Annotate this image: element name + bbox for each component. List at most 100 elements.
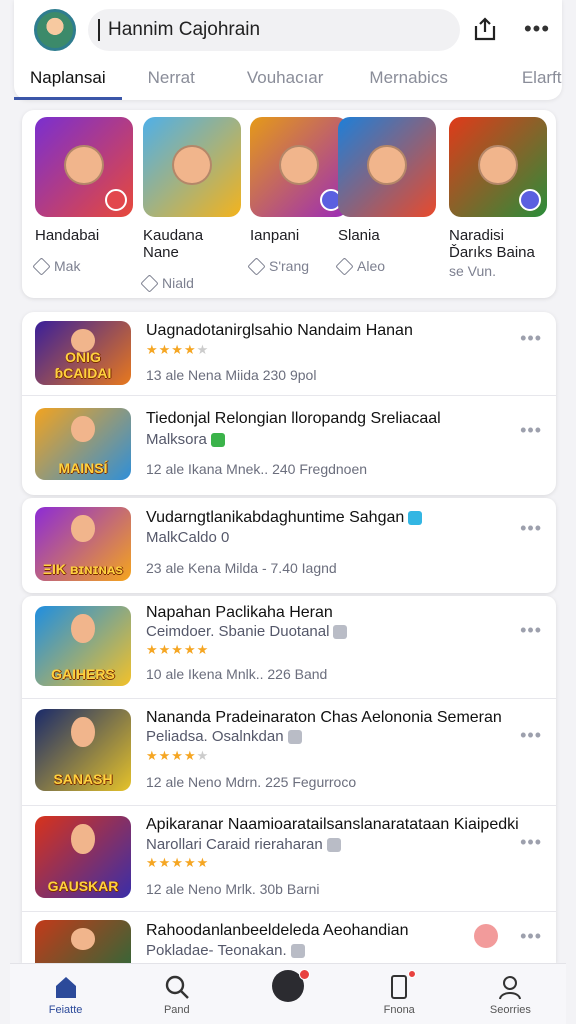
more-options-icon[interactable]: ••• — [520, 420, 542, 441]
search-input[interactable]: Ηannim Cajohrain — [88, 9, 460, 51]
tab-2[interactable]: Vouhacıar — [231, 64, 340, 100]
nav-home[interactable]: Feiatte — [10, 964, 121, 1024]
game-name: Handabai — [35, 227, 100, 244]
game-icon: GAIHERS — [35, 606, 131, 686]
rating-stars: ★★★★★ — [146, 855, 210, 870]
nav-phone[interactable]: Fnona — [344, 964, 455, 1024]
game-developer: Peliadsa. Osalnkdan — [146, 728, 302, 745]
game-meta: 13 ale Nena Miida 230 9pol — [146, 367, 317, 383]
more-options-icon[interactable]: ••• — [520, 926, 542, 947]
nav-label: Fnona — [383, 1004, 415, 1016]
list-item[interactable]: Rahoodanlanbeeldeleda Aeohandian Poklada… — [22, 912, 556, 980]
game-list: ΞΙΚ ʙɪɴɪɴᴀs Vudarngtlanikabdaghuntime Sa… — [22, 498, 556, 593]
rating-stars: ★★★★★ — [146, 642, 210, 657]
game-meta: 23 ale Kena Milda - 7.40 Iagnd — [146, 560, 337, 576]
game-title: Vudarngtlanikabdaghuntime Sahgan — [146, 509, 423, 527]
game-title: Apikaranar Naamioaratailsanslanaratataan… — [146, 816, 519, 833]
icon-wordmark: GAIHERS — [51, 666, 115, 682]
list-item[interactable]: GAUSKAR Apikaranar Naamioaratailsanslana… — [22, 806, 556, 912]
tab-0[interactable]: Naplansai — [14, 64, 122, 100]
game-meta: 12 ale Ikana Mnek.. 240 Fregdnoen — [146, 461, 368, 477]
game-developer: MalkCaldo 0 — [146, 529, 230, 546]
icon-wordmark: ΞΙΚ ʙɪɴɪɴᴀs — [42, 561, 124, 577]
game-meta: 10 ale Ikena Mnlk.. 226 Band — [146, 666, 328, 682]
tag-icon — [335, 256, 354, 276]
tag-icon — [326, 838, 341, 853]
featured-card[interactable]: Handabai Mak — [32, 117, 135, 276]
game-meta: Aleo — [335, 256, 438, 276]
more-options-icon[interactable]: ••• — [520, 620, 542, 641]
game-meta: Mak — [32, 256, 135, 276]
game-icon: SANASH — [35, 709, 131, 791]
game-developer: Ceimdoer. Sbanie Duotanal — [146, 623, 348, 640]
game-title: Tiedonjal Relongian lloropandg Sreliacaa… — [146, 410, 441, 427]
game-icon — [449, 117, 547, 217]
game-icon: MAINSÍ — [35, 408, 131, 480]
tab-4[interactable]: Elarft — [506, 64, 576, 100]
tab-1[interactable]: Nerrat — [132, 64, 211, 100]
verified-icon — [408, 510, 423, 525]
more-options-icon[interactable]: ••• — [520, 725, 542, 746]
share-icon[interactable] — [470, 14, 500, 44]
notification-dot — [408, 970, 417, 978]
notification-dot — [299, 969, 311, 980]
game-meta: 12 ale Neno Mrlk. 30b Barni — [146, 881, 320, 897]
nav-profile[interactable]: Seorries — [455, 964, 566, 1024]
tab-bar: Naplansai Nerrat Vouhacıar Mernabics Ela… — [14, 64, 562, 100]
list-item[interactable]: MAINSÍ Tiedonjal Relongian lloropandg Sr… — [22, 396, 556, 495]
more-options-icon[interactable]: ••• — [522, 14, 552, 44]
nav-label: Seorries — [489, 1004, 531, 1016]
list-item[interactable]: ΞΙΚ ʙɪɴɪɴᴀs Vudarngtlanikabdaghuntime Sa… — [22, 498, 556, 593]
game-meta: se Vun. — [449, 263, 496, 279]
avatar[interactable] — [34, 9, 76, 51]
more-options-icon[interactable]: ••• — [520, 328, 542, 349]
top-bar: Ηannim Cajohrain ••• Naplansai Nerrat Vo… — [14, 0, 562, 100]
game-name: Ianpani — [250, 227, 300, 244]
user-icon — [499, 976, 522, 1000]
game-developer: Narollari Caraid rieraharan — [146, 836, 341, 853]
rating-stars: ★★★★★ — [146, 342, 210, 357]
featured-card[interactable]: Slania Aleo — [335, 117, 438, 276]
nav-label: Pand — [163, 1004, 190, 1016]
game-icon: GAUSKAR — [35, 816, 131, 898]
home-icon — [55, 977, 76, 998]
tag-icon — [140, 273, 159, 293]
game-title: Uagnadotanirglsahio Nandaim Hanan — [146, 322, 413, 339]
verified-icon — [210, 433, 225, 448]
rating-stars: ★★★★★ — [146, 748, 210, 763]
nav-search[interactable]: Pand — [121, 964, 232, 1024]
game-title: Napahan Paclikaha Heran — [146, 604, 333, 621]
game-name: Kaudana Nane — [143, 227, 204, 261]
notification-icon[interactable] — [474, 924, 498, 948]
search-text: Ηannim Cajohrain — [108, 19, 261, 40]
tag-icon — [333, 625, 348, 640]
game-title: Rahoodanlanbeeldeleda Aeohandian — [146, 922, 409, 939]
game-list: ONIG ɓCAIDAI Uagnadotanirglsahio Nandaim… — [22, 312, 556, 495]
game-icon: ONIG ɓCAIDAI — [35, 321, 131, 385]
list-item[interactable]: SANASH Nananda Pradeinaraton Chas Aelono… — [22, 699, 556, 806]
bottom-navigation: Feiatte Pand Fnona Seorries — [10, 963, 566, 1024]
game-developer: Malksora — [146, 431, 225, 448]
game-name: Naradisi Ďarıks Baina — [449, 227, 535, 261]
icon-wordmark: GAUSKAR — [47, 878, 119, 894]
game-icon — [143, 117, 241, 217]
icon-wordmark: MAINSÍ — [58, 460, 108, 476]
phone-icon — [391, 975, 408, 999]
featured-card[interactable]: Naradisi Ďarıks Baina se Vun. — [449, 117, 549, 279]
nav-play[interactable] — [232, 964, 343, 1024]
icon-wordmark: ONIG ɓCAIDAI — [54, 349, 112, 381]
list-item[interactable]: ONIG ɓCAIDAI Uagnadotanirglsahio Nandaim… — [22, 312, 556, 396]
tab-3[interactable]: Mernabics — [353, 64, 463, 100]
game-icon — [338, 117, 436, 217]
tag-icon — [290, 944, 305, 959]
game-meta: Niald — [140, 273, 243, 293]
game-list: GAIHERS Napahan Paclikaha Heran Ceimdoer… — [22, 596, 556, 980]
featured-card[interactable]: Ianpani S'rang — [247, 117, 350, 276]
game-name: Slania — [338, 227, 380, 244]
list-item[interactable]: GAIHERS Napahan Paclikaha Heran Ceimdoer… — [22, 596, 556, 699]
more-options-icon[interactable]: ••• — [520, 832, 542, 853]
text-caret — [98, 19, 100, 41]
more-options-icon[interactable]: ••• — [520, 518, 542, 539]
game-developer: Pokladae- Teonakan. — [146, 942, 305, 959]
featured-card[interactable]: Kaudana Nane Niald — [140, 117, 243, 293]
